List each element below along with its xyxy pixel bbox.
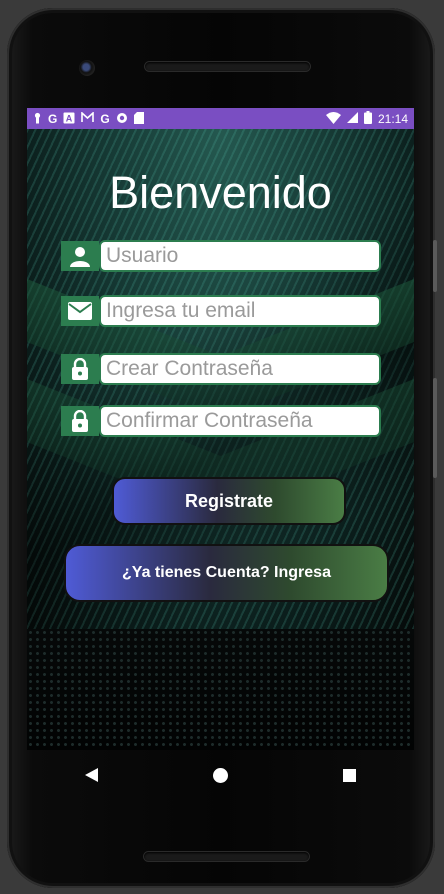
lock-icon (33, 112, 42, 126)
email-input[interactable] (106, 297, 379, 325)
confirm-password-input[interactable] (106, 407, 379, 435)
page-title: Bienvenido (109, 167, 332, 218)
bottom-speaker (144, 852, 309, 861)
email-field (61, 295, 381, 327)
signal-icon (346, 112, 358, 125)
status-bar: G A G 21:14 (27, 108, 414, 129)
background-grille (27, 629, 414, 750)
confirm-password-input-box (99, 405, 381, 437)
register-button[interactable]: Registrate (112, 477, 346, 525)
gmail-icon (81, 111, 95, 125)
confirm-password-field (61, 405, 381, 437)
recents-icon[interactable] (330, 755, 370, 795)
home-icon[interactable] (201, 755, 241, 795)
wifi-icon (325, 111, 341, 126)
svg-text:A: A (66, 113, 73, 123)
user-icon (61, 241, 99, 271)
clock: 21:14 (377, 111, 408, 126)
username-input[interactable] (106, 242, 379, 270)
email-input-box (99, 295, 381, 327)
app-screen: G A G 21:14 Bienvenido Usuario Ingresa t… (27, 108, 414, 750)
sd-card-icon (133, 111, 144, 126)
password-input[interactable] (106, 355, 379, 383)
volume-button (433, 240, 437, 292)
google-icon: G (48, 111, 58, 126)
battery-icon (363, 111, 372, 126)
username-input-box (99, 240, 381, 272)
navigation-bar (27, 750, 414, 800)
lock-icon (61, 354, 99, 384)
username-field (61, 240, 381, 272)
login-button[interactable]: ¿Ya tienes Cuenta? Ingresa (64, 544, 389, 602)
notification-icons: G A G (33, 111, 144, 126)
back-icon[interactable] (72, 755, 112, 795)
text-icon: A (63, 112, 75, 126)
power-button (433, 378, 437, 478)
front-camera (79, 60, 95, 76)
password-field (61, 353, 381, 385)
circle-icon (116, 112, 128, 126)
lock-icon (61, 406, 99, 436)
system-icons: 21:14 (325, 111, 408, 126)
google-icon: G (100, 111, 110, 126)
mail-icon (61, 296, 99, 326)
password-input-box (99, 353, 381, 385)
earpiece-speaker (145, 62, 310, 71)
